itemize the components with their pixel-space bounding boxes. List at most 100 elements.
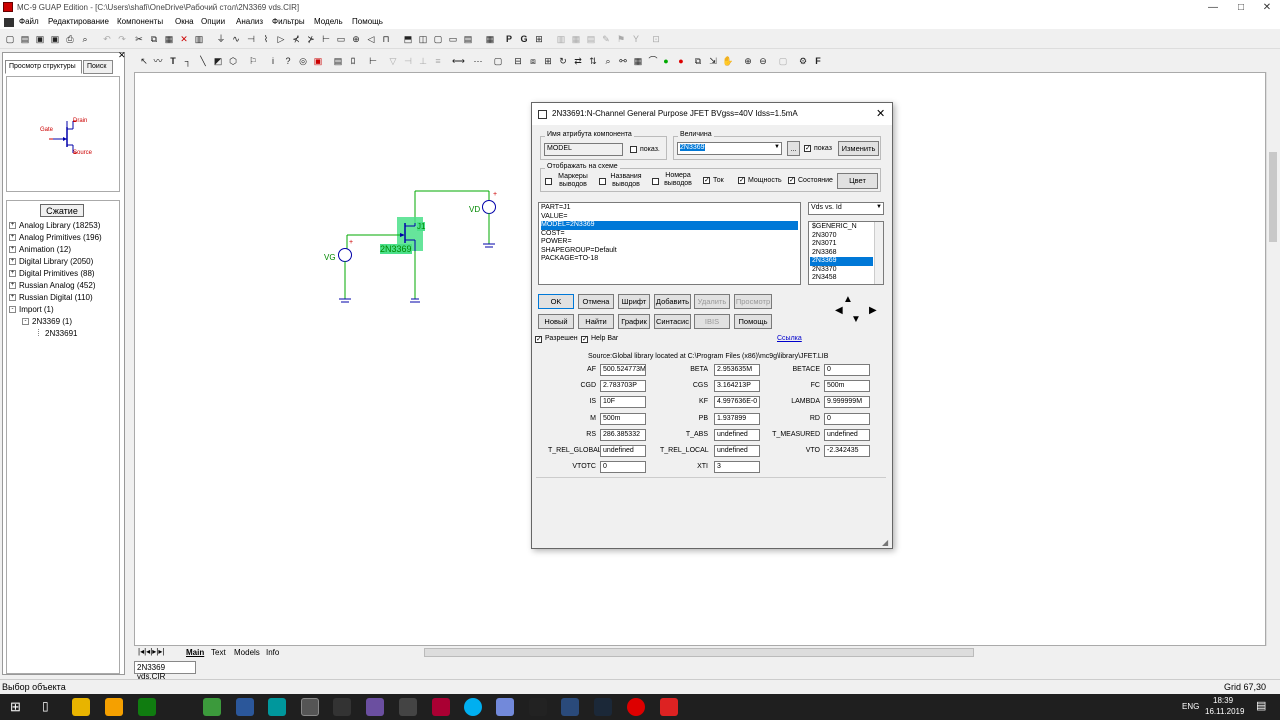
undo-icon[interactable]: ↶ bbox=[101, 33, 113, 45]
pin-names-checkbox[interactable] bbox=[599, 178, 606, 185]
expand-icon[interactable]: + bbox=[9, 246, 16, 254]
attribute-row[interactable]: POWER= bbox=[541, 238, 798, 247]
menu-options[interactable]: Опции bbox=[201, 17, 225, 26]
chrome-icon[interactable] bbox=[301, 698, 319, 716]
zoom-out-icon[interactable]: ⊖ bbox=[757, 55, 769, 67]
rotate-icon[interactable]: ↻ bbox=[557, 55, 569, 67]
param-value-field[interactable]: 0 bbox=[600, 461, 646, 474]
pin-tool-icon[interactable]: ⊥ bbox=[417, 55, 429, 67]
cursor-icon[interactable]: ⟷ bbox=[452, 55, 465, 67]
param-value-field[interactable]: 3.164213P bbox=[714, 380, 760, 393]
word-icon[interactable] bbox=[236, 698, 254, 716]
delete-button[interactable]: Удалить bbox=[694, 294, 730, 309]
stop-icon[interactable]: ● bbox=[675, 55, 687, 67]
expand-icon[interactable]: + bbox=[9, 270, 16, 278]
source-icon[interactable]: ⊕ bbox=[350, 33, 362, 45]
border-icon[interactable]: ▢ bbox=[492, 55, 504, 67]
helpbar-checkbox[interactable]: ✓ bbox=[581, 336, 588, 343]
split-icon[interactable]: ▤ bbox=[462, 33, 474, 45]
app-icon-3[interactable] bbox=[366, 698, 384, 716]
graphics-icon[interactable]: ◩ bbox=[212, 55, 224, 67]
cut-icon[interactable]: ✂ bbox=[133, 33, 145, 45]
model-row[interactable]: 2N3370 bbox=[810, 266, 873, 275]
yb-icon[interactable]: Y bbox=[630, 33, 642, 45]
waveform-icon[interactable]: ⌒ bbox=[647, 55, 659, 67]
condition-icon[interactable]: ⊣ bbox=[402, 55, 414, 67]
steam-icon[interactable] bbox=[594, 698, 612, 716]
param-value-field[interactable]: 1.937899 bbox=[714, 412, 760, 425]
model-row[interactable]: 2N3070 bbox=[810, 232, 873, 241]
plot-select[interactable]: Vds vs. Id ▼ bbox=[808, 202, 884, 215]
tree-item[interactable]: + Russian Analog (452) bbox=[9, 281, 96, 290]
param-value-field[interactable]: undefined bbox=[824, 428, 870, 441]
menu-help[interactable]: Помощь bbox=[352, 17, 383, 26]
tree-item[interactable]: -2N3369 (1) bbox=[22, 317, 72, 326]
param-value-field[interactable]: 2.783703P bbox=[600, 380, 646, 393]
flag-icon[interactable]: ⚑ bbox=[615, 33, 627, 45]
start-icon[interactable]: ⊞ bbox=[10, 699, 21, 715]
param-value-field[interactable]: 0 bbox=[824, 412, 870, 425]
show-attr-checkbox[interactable] bbox=[630, 146, 637, 153]
maximize-button[interactable]: □ bbox=[1227, 0, 1255, 15]
p-icon[interactable]: P bbox=[503, 33, 515, 45]
tree-item[interactable]: 2N33691 bbox=[38, 329, 77, 338]
tree-item[interactable]: + Analog Library (18253) bbox=[9, 221, 100, 230]
syntax-button[interactable]: Синтасис bbox=[654, 314, 691, 329]
param-value-field[interactable]: undefined bbox=[600, 445, 646, 457]
xbox-icon[interactable] bbox=[138, 698, 156, 716]
power-checkbox[interactable]: ✓ bbox=[738, 177, 745, 184]
bus-icon[interactable]: ▥ bbox=[555, 33, 567, 45]
mathcad-icon[interactable] bbox=[399, 698, 417, 716]
move-icon[interactable]: ⇲ bbox=[707, 55, 719, 67]
flip-icon[interactable]: ⇅ bbox=[587, 55, 599, 67]
ortho-wire-icon[interactable]: ┐ bbox=[182, 55, 194, 67]
mosfet-icon[interactable]: ⊢ bbox=[320, 33, 332, 45]
compress-button[interactable]: Сжатие bbox=[40, 204, 84, 217]
title-icon[interactable]: ⊟ bbox=[512, 55, 524, 67]
pin-icon[interactable]: ▦ bbox=[570, 33, 582, 45]
menu-components[interactable]: Компоненты bbox=[117, 17, 163, 26]
attribute-row[interactable]: PART=J1 bbox=[541, 204, 798, 213]
resize-grip-icon[interactable]: ◢ bbox=[882, 538, 888, 547]
tile-v-icon[interactable]: ◫ bbox=[417, 33, 429, 45]
expand-icon[interactable]: + bbox=[9, 222, 16, 230]
model-row[interactable]: $GENERIC_N bbox=[810, 223, 873, 232]
new-button[interactable]: Новый bbox=[538, 314, 574, 329]
save-all-icon[interactable]: ▣ bbox=[49, 33, 61, 45]
f-icon[interactable]: F bbox=[812, 55, 824, 67]
model-list[interactable]: $GENERIC_N 2N3070 2N3071 2N3368 2N3369 2N3370… bbox=[808, 221, 884, 285]
settings-icon[interactable]: ⚙ bbox=[797, 55, 809, 67]
explorer-icon[interactable] bbox=[72, 698, 90, 716]
info-icon[interactable]: i bbox=[267, 55, 279, 67]
calculator-icon[interactable]: ▦ bbox=[484, 33, 496, 45]
pulse-icon[interactable]: ⊓ bbox=[380, 33, 392, 45]
model-row[interactable]: 2N3369 bbox=[810, 257, 873, 266]
menu-windows[interactable]: Окна bbox=[175, 17, 194, 26]
canvas-vertical-scrollbar[interactable] bbox=[1266, 72, 1278, 646]
task-view-icon[interactable]: ▯ bbox=[42, 699, 49, 713]
expand-icon[interactable]: + bbox=[9, 258, 16, 266]
collapse-icon[interactable]: - bbox=[22, 318, 29, 326]
menu-analysis[interactable]: Анализ bbox=[236, 17, 263, 26]
select-all-icon[interactable]: ▥ bbox=[193, 33, 205, 45]
hand-icon[interactable]: ✋ bbox=[722, 55, 734, 67]
chart-icon[interactable]: ▦ bbox=[632, 55, 644, 67]
app-icon-4[interactable] bbox=[432, 698, 450, 716]
discord-icon[interactable] bbox=[496, 698, 514, 716]
param-value-field[interactable]: 4.997636E-0 bbox=[714, 396, 760, 409]
tab-search[interactable]: Поиск bbox=[83, 60, 113, 74]
tab-main[interactable]: Main bbox=[186, 648, 204, 657]
param-value-field[interactable]: 3 bbox=[714, 461, 760, 474]
open-icon[interactable]: ▤ bbox=[19, 33, 31, 45]
go-icon[interactable]: ● bbox=[660, 55, 672, 67]
show-value-checkbox[interactable]: ✓ bbox=[804, 145, 811, 152]
transistor-icon[interactable]: ⊀ bbox=[290, 33, 302, 45]
find-icon[interactable]: ⌕ bbox=[602, 55, 614, 67]
component-tool-icon[interactable]: ▣ bbox=[312, 55, 324, 67]
preview-icon[interactable]: ⌕ bbox=[79, 33, 91, 45]
scroll-thumb[interactable] bbox=[1269, 152, 1277, 242]
doc-icon[interactable] bbox=[4, 18, 14, 27]
paste-icon[interactable]: ▦ bbox=[163, 33, 175, 45]
copy-tool-icon[interactable]: ⧉ bbox=[692, 55, 704, 67]
param-value-field[interactable]: undefined bbox=[714, 428, 760, 441]
